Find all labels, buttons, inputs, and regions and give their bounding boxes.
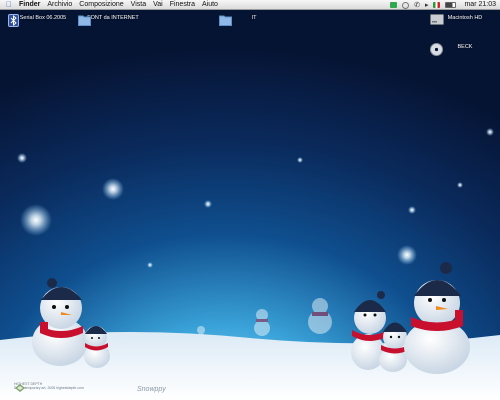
desktop-icon-font-da-internet[interactable]: FONT da INTERNET [78, 14, 148, 26]
highest-depth-logo-icon [15, 384, 25, 392]
apple-menu-icon[interactable]:  [3, 0, 15, 9]
bluetooth-file-icon [8, 14, 19, 27]
cd-icon [430, 43, 443, 56]
green-menu-icon[interactable] [390, 2, 398, 8]
folder-icon [78, 15, 91, 26]
menu-vai[interactable]: Vai [153, 0, 163, 10]
wallpaper-signature: Snowppy [137, 386, 166, 393]
desktop-icon-beck[interactable]: BECK [430, 43, 500, 56]
menu-extras: ✆ ▸ mar 21:03 [390, 0, 496, 10]
menu-vista[interactable]: Vista [131, 0, 146, 10]
desktop-icon-macintosh-hd[interactable]: Macintosh HD [430, 14, 500, 25]
clock-status-icon[interactable] [402, 1, 410, 9]
menu-composizione[interactable]: Composizione [79, 0, 123, 10]
desktop-icon-it[interactable]: IT [219, 14, 289, 26]
menu-finestra[interactable]: Finestra [170, 0, 195, 10]
battery-icon[interactable] [445, 2, 457, 8]
menu-aiuto[interactable]: Aiuto [202, 0, 218, 10]
wallpaper [0, 10, 500, 400]
volume-icon[interactable]: ▸ [425, 1, 429, 9]
flag-icon[interactable] [433, 2, 441, 8]
folder-icon [219, 15, 232, 26]
menu-finder[interactable]: Finder [19, 0, 40, 10]
wallpaper-credit: HIGHEST DEPTH Di Contemporary art, 2005 … [14, 382, 84, 392]
desktop[interactable]: Serial Box 06.2005 FONT da INTERNET IT M… [0, 10, 500, 400]
menu-clock[interactable]: mar 21:03 [464, 0, 496, 10]
menu-archivio[interactable]: Archivio [47, 0, 72, 10]
menu-bar:  Finder Archivio Composizione Vista Vai… [0, 0, 500, 10]
hard-drive-icon [430, 14, 444, 25]
desktop-icon-serial-box[interactable]: Serial Box 06.2005 [8, 14, 78, 27]
phone-icon[interactable]: ✆ [414, 1, 420, 9]
